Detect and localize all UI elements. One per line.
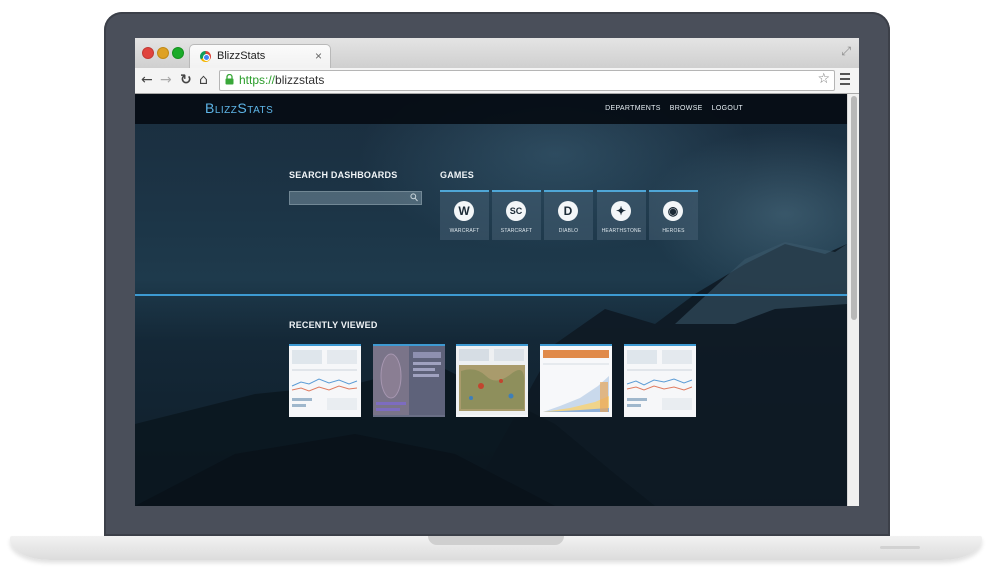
browser-tab-strip: BlizzStats × ⤢ — [135, 38, 859, 69]
site-header: BlizzStats DEPARTMENTS BROWSE LOGOUT — [135, 94, 847, 124]
recent-dashboard-thumbnail[interactable] — [289, 344, 361, 417]
search-icon[interactable] — [410, 193, 418, 202]
game-tile-heroes[interactable]: ◉ HEROES — [649, 190, 698, 240]
diablo-icon: D — [558, 201, 578, 221]
laptop-screen: BlizzStats × ⤢ ← → ↻ ⌂ https://blizzstat… — [135, 38, 859, 506]
nav-browse[interactable]: BROWSE — [670, 105, 703, 112]
scrollbar-thumb[interactable] — [851, 96, 857, 320]
game-label: STARCRAFT — [500, 228, 533, 234]
maximize-window-button[interactable] — [172, 47, 184, 59]
game-label: HEROES — [662, 228, 685, 234]
url-scheme: https:// — [239, 73, 276, 87]
url-text[interactable]: https://blizzstats — [239, 73, 324, 87]
game-tile-hearthstone[interactable]: ✦ HEARTHSTONE — [597, 190, 646, 240]
browser-toolbar: ← → ↻ ⌂ https://blizzstats ☆ — [135, 68, 859, 94]
dashboard-preview-image — [289, 346, 361, 415]
recent-dashboard-thumbnail[interactable] — [540, 344, 612, 417]
top-nav: DEPARTMENTS BROWSE LOGOUT — [605, 105, 743, 112]
game-tile-starcraft[interactable]: SC STARCRAFT — [492, 190, 541, 240]
address-bar[interactable]: https://blizzstats ☆ — [219, 70, 835, 91]
recent-dashboard-thumbnail[interactable] — [456, 344, 528, 417]
laptop-notch — [428, 536, 564, 545]
search-dashboards-input[interactable] — [289, 191, 422, 205]
tab-title: BlizzStats — [217, 50, 266, 62]
forward-arrow-icon[interactable]: → — [160, 71, 172, 89]
recently-viewed-title: RECENTLY VIEWED — [289, 320, 378, 330]
nav-logout[interactable]: LOGOUT — [712, 105, 743, 112]
lock-icon — [225, 74, 234, 85]
fullscreen-icon[interactable]: ⤢ — [841, 44, 851, 59]
nav-departments[interactable]: DEPARTMENTS — [605, 105, 661, 112]
browser-tab[interactable]: BlizzStats × — [189, 44, 331, 69]
dashboard-preview-image — [373, 346, 445, 415]
laptop-foot — [880, 546, 920, 549]
recent-dashboard-thumbnail[interactable] — [624, 344, 696, 417]
page-scrollbar[interactable] — [847, 94, 859, 506]
blizzstats-logo[interactable]: BlizzStats — [205, 100, 273, 116]
minimize-window-button[interactable] — [157, 47, 169, 59]
recent-dashboard-thumbnail[interactable] — [373, 344, 445, 417]
hearthstone-icon: ✦ — [611, 201, 631, 221]
close-window-button[interactable] — [142, 47, 154, 59]
game-label: HEARTHSTONE — [601, 228, 642, 234]
back-arrow-icon[interactable]: ← — [141, 71, 153, 89]
chrome-favicon-icon — [200, 51, 211, 62]
game-tile-diablo[interactable]: D DIABLO — [544, 190, 593, 240]
dashboard-preview-image — [624, 346, 696, 415]
game-tile-warcraft[interactable]: W WARCRAFT — [440, 190, 489, 240]
game-label: WARCRAFT — [449, 228, 480, 234]
heroes-icon: ◉ — [663, 201, 683, 221]
hamburger-menu-icon[interactable] — [840, 73, 850, 85]
section-divider — [135, 294, 847, 296]
game-label: DIABLO — [558, 228, 579, 234]
home-icon[interactable]: ⌂ — [199, 71, 208, 89]
bookmark-star-icon[interactable]: ☆ — [817, 71, 830, 87]
mountain-background — [135, 242, 847, 506]
search-dashboards-title: SEARCH DASHBOARDS — [289, 170, 398, 180]
reload-icon[interactable]: ↻ — [180, 71, 192, 89]
page-viewport: BlizzStats DEPARTMENTS BROWSE LOGOUT SEA… — [135, 94, 859, 506]
games-title: GAMES — [440, 170, 475, 180]
dashboard-preview-image — [456, 346, 528, 415]
dashboard-preview-image — [540, 346, 612, 415]
url-host: blizzstats — [275, 73, 325, 87]
warcraft-icon: W — [454, 201, 474, 221]
tab-close-icon[interactable]: × — [315, 49, 322, 63]
starcraft-icon: SC — [506, 201, 526, 221]
